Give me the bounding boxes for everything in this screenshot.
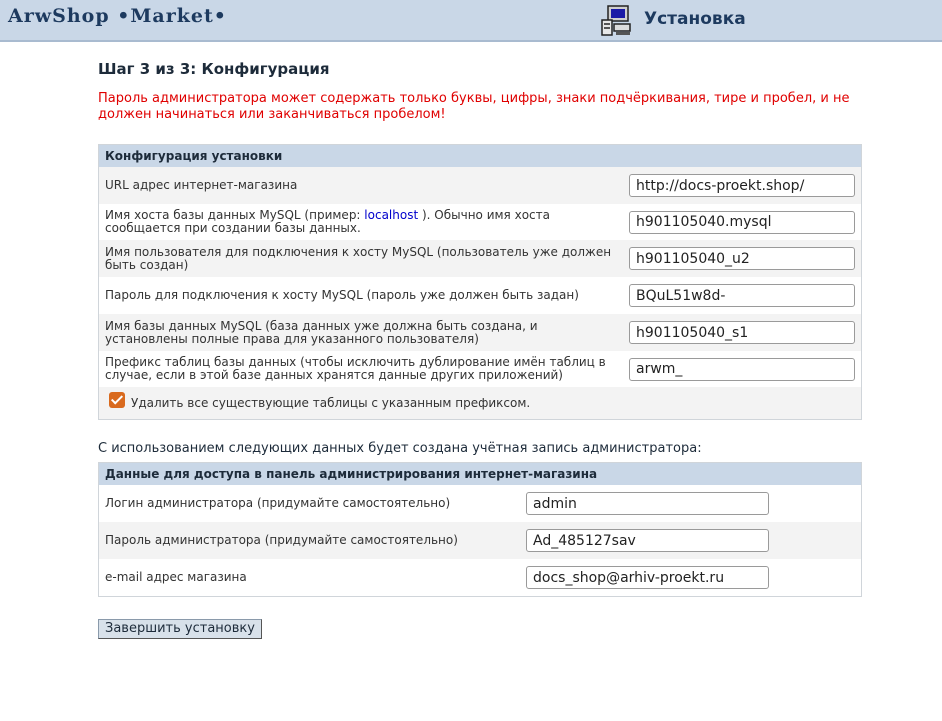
drop-tables-label: Удалить все существующие таблицы с указа… — [131, 396, 531, 410]
shop-email-label: e-mail адрес магазина — [105, 570, 247, 584]
config-row-prefix: Префикс таблиц базы данных (чтобы исключ… — [99, 351, 861, 387]
admin-panel-heading: Данные для доступа в панель администриро… — [99, 463, 861, 485]
drop-tables-row: Удалить все существующие таблицы с указа… — [99, 387, 861, 419]
db-host-input[interactable] — [629, 210, 855, 234]
config-row-password: Пароль для подключения к хосту MySQL (па… — [99, 277, 861, 314]
config-row-host: Имя хоста базы данных MySQL (пример: loc… — [99, 204, 861, 240]
localhost-link[interactable]: localhost — [364, 208, 418, 222]
password-warning: Пароль администратора может содержать то… — [98, 91, 850, 122]
db-user-input[interactable] — [629, 247, 855, 270]
drop-tables-checkbox[interactable] — [109, 392, 125, 408]
admin-intro-text: С использованием следующих данных будет … — [98, 441, 702, 456]
admin-panel: Данные для доступа в панель администриро… — [98, 462, 862, 597]
header-title: Установка — [644, 9, 746, 29]
config-row-url: URL адрес интернет-магазина — [99, 167, 861, 204]
host-label: Имя хоста базы данных MySQL (пример: loc… — [105, 209, 629, 235]
db-user-label: Имя пользователя для подключения к хосту… — [105, 244, 612, 272]
db-password-label: Пароль для подключения к хосту MySQL (па… — [105, 288, 579, 302]
admin-row-email: e-mail адрес магазина — [99, 559, 861, 596]
admin-login-label: Логин администратора (придумайте самосто… — [105, 496, 451, 510]
admin-password-label: Пароль администратора (придумайте самост… — [105, 533, 458, 547]
shop-email-input[interactable] — [526, 566, 769, 589]
admin-row-password: Пароль администратора (придумайте самост… — [99, 522, 861, 559]
admin-password-input[interactable] — [526, 529, 769, 552]
host-label-text: Имя хоста базы данных MySQL (пример: — [105, 208, 365, 222]
page-title: Шаг 3 из 3: Конфигурация — [98, 60, 330, 78]
config-panel-heading: Конфигурация установки — [99, 145, 861, 167]
logo: ArwShop •Market• — [8, 5, 227, 27]
computer-installer-icon — [601, 5, 631, 36]
table-prefix-input[interactable] — [629, 357, 855, 381]
config-row-dbname: Имя базы данных MySQL (база данных уже д… — [99, 314, 861, 351]
admin-login-input[interactable] — [526, 492, 769, 515]
db-name-input[interactable] — [629, 321, 855, 344]
table-prefix-label: Префикс таблиц базы данных (чтобы исключ… — [105, 355, 606, 382]
page-header: ArwShop •Market• Установка — [0, 0, 942, 42]
finish-install-button[interactable]: Завершить установку — [98, 619, 262, 639]
config-panel: Конфигурация установки URL адрес интерне… — [98, 144, 862, 420]
main-content: Шаг 3 из 3: Конфигурация Пароль админист… — [98, 60, 862, 639]
db-password-input[interactable] — [629, 284, 855, 307]
config-row-user: Имя пользователя для подключения к хосту… — [99, 240, 861, 277]
url-label: URL адрес интернет-магазина — [105, 178, 298, 192]
db-name-label: Имя базы данных MySQL (база данных уже д… — [105, 318, 538, 346]
url-input[interactable] — [629, 174, 855, 197]
admin-row-login: Логин администратора (придумайте самосто… — [99, 485, 861, 522]
